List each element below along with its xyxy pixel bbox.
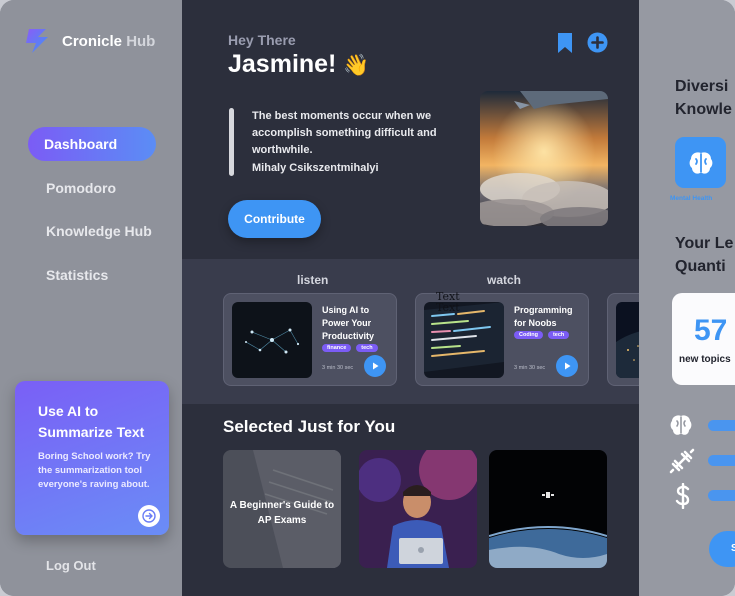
brain-icon [689,151,712,174]
media-section: listen watch Using AI to Power Your Prod… [182,259,676,404]
tag-list: Coding tech [514,331,570,339]
bookmark-icon[interactable] [556,32,574,54]
tag-finance[interactable]: finance [322,344,352,352]
tag-coding[interactable]: Coding [514,331,543,339]
tag-list: finance tech [322,344,378,352]
contribute-button[interactable]: Contribute [228,200,321,238]
progress-bar [708,455,735,466]
tab-watch[interactable]: watch [487,273,521,287]
progress-bar [708,420,735,431]
stray-text: Text Text [436,290,460,314]
add-circle-icon[interactable] [587,32,608,53]
tab-listen[interactable]: listen [297,273,328,287]
main-content: Hey There Jasmine! 👋 The best moments oc… [182,0,676,596]
sidebar-item-statistics[interactable]: Statistics [28,258,156,292]
user-name-heading: Jasmine! 👋 [228,50,370,78]
promo-body: Boring School work? Try the summarizatio… [38,451,151,490]
stat-label: new topics [679,354,731,365]
logout-button[interactable]: Log Out [46,558,96,573]
learning-quantity-title: Your Le Quanti [675,235,734,275]
pick-label: A Beginner's Guide to AP Exams [229,500,335,526]
media-title: Programming for Noobs [514,305,573,328]
greeting-text: Hey There [228,32,296,48]
dumbbell-icon [669,448,695,474]
brain-caption: Mental Health [670,195,713,202]
dollar-icon [675,483,690,509]
app-name: Cronicle Hub [62,32,156,50]
pick-card[interactable]: A Beginner's Guide to AP Exams [223,450,341,568]
arrow-right-icon[interactable] [138,505,160,527]
brain-network-thumbnail [232,302,312,378]
ai-summarize-promo-card[interactable]: Use AI to Summarize Text Boring School w… [15,381,169,535]
earth-space-photo [489,450,607,568]
promo-title: Use AI to Summarize Text [38,403,145,440]
pick-card[interactable] [359,450,477,568]
brain-tile[interactable] [675,137,726,188]
media-duration: 3 min 30 sec [322,365,354,371]
sidebar-item-dashboard[interactable]: Dashboard [28,127,156,161]
waving-hand-icon: 👋 [343,54,370,77]
sidebar: Cronicle Hub Dashboard Pomodoro Knowledg… [0,0,182,596]
pick-card[interactable] [489,450,607,568]
stat-value: 57 [694,314,728,347]
picks-section-title: Selected Just for You [223,417,396,436]
right-panel: Diversi Knowle Mental Health Your Le Qua… [639,0,735,596]
quote-divider [229,108,234,176]
right-panel-button[interactable]: S [709,531,735,567]
airplane-sunset-photo [480,91,608,226]
right-panel-title: Diversi Knowle [675,78,732,118]
sidebar-item-pomodoro[interactable]: Pomodoro [28,171,156,205]
play-icon[interactable] [556,355,578,377]
app-frame: Cronicle Hub Dashboard Pomodoro Knowledg… [0,0,735,596]
media-title: Using AI to Power Your Productivity [322,305,375,341]
new-topics-stat-card: 57 new topics [672,293,735,385]
app-logo[interactable]: Cronicle Hub [22,26,155,56]
quote-text: The best moments occur when we accomplis… [252,110,437,156]
logo-icon [26,29,48,53]
coding-event-photo [359,450,477,568]
brain-icon [670,415,692,435]
quote-author: Mihaly Csikszentmihalyi [252,162,379,174]
play-icon[interactable] [364,355,386,377]
tag-tech[interactable]: tech [547,331,570,339]
sidebar-item-knowledge-hub[interactable]: Knowledge Hub [28,214,156,248]
media-card[interactable]: Using AI to Power Your Productivity fina… [223,293,397,386]
progress-bar [708,490,735,501]
tag-tech[interactable]: tech [356,344,378,352]
media-duration: 3 min 30 sec [514,365,546,371]
